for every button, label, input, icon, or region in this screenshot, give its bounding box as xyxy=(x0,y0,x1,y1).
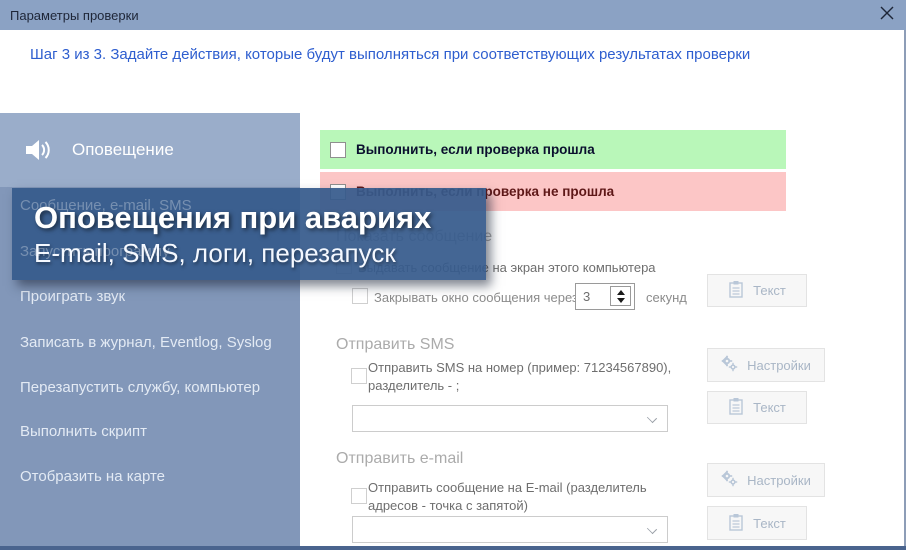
title-bar: Параметры проверки xyxy=(0,0,906,30)
condition-pass-label: Выполнить, если проверка прошла xyxy=(356,142,595,157)
condition-pass-bar: Выполнить, если проверка прошла xyxy=(320,130,786,169)
seconds-unit-label: секунд xyxy=(646,290,687,305)
sms-text-button[interactable]: Текст xyxy=(707,391,807,424)
spinner-arrows[interactable] xyxy=(610,286,631,306)
sidebar-item-run-script[interactable]: Выполнить скрипт xyxy=(20,423,290,445)
window-bottom-border xyxy=(0,546,906,550)
sms-section-title: Отправить SMS xyxy=(336,336,455,353)
close-window-checkbox-label: Закрывать окно сообщения через xyxy=(374,290,578,305)
email-settings-button[interactable]: Настройки xyxy=(707,463,825,497)
sidebar-item-write-log[interactable]: Записать в журнал, Eventlog, Syslog xyxy=(20,334,290,356)
wizard-step-text: Шаг 3 из 3. Задайте действия, которые бу… xyxy=(30,46,751,63)
spinner-down-icon[interactable] xyxy=(616,297,625,303)
email-settings-button-label: Настройки xyxy=(747,472,811,488)
close-icon xyxy=(879,5,895,26)
sidebar-item-notification[interactable]: Оповещение xyxy=(0,113,300,187)
email-text-button[interactable]: Текст xyxy=(707,506,807,540)
close-button[interactable] xyxy=(872,1,902,29)
speaker-icon xyxy=(24,136,54,164)
sms-settings-button-label: Настройки xyxy=(747,357,811,373)
sms-checkbox-label: Отправить SMS на номер (пример: 71234567… xyxy=(368,360,672,393)
gears-icon xyxy=(721,355,738,375)
close-window-checkbox[interactable] xyxy=(352,288,368,304)
sidebar-item-run-program[interactable]: Запустить программу xyxy=(20,243,290,265)
email-text-button-label: Текст xyxy=(753,515,786,531)
clipboard-icon xyxy=(728,513,744,534)
window-title: Параметры проверки xyxy=(10,7,139,23)
clipboard-icon xyxy=(728,397,744,418)
email-checkbox[interactable] xyxy=(351,488,367,504)
email-checkbox-label: Отправить сообщение на E-mail (разделите… xyxy=(368,480,647,513)
spinner-up-icon[interactable] xyxy=(616,289,625,295)
message-text-button-label: Текст xyxy=(753,283,786,298)
sidebar-item-message-email-sms[interactable]: Сообщение, e-mail, SMS xyxy=(20,197,290,219)
email-address-combobox[interactable] xyxy=(352,516,668,543)
sms-text-button-label: Текст xyxy=(753,400,786,415)
sms-checkbox[interactable] xyxy=(351,368,367,384)
condition-pass-checkbox[interactable] xyxy=(330,141,346,158)
sidebar-item-play-sound[interactable]: Проиграть звук xyxy=(20,288,290,310)
chevron-down-icon xyxy=(646,412,658,424)
sidebar-item-restart-service[interactable]: Перезапустить службу, компьютер xyxy=(20,379,290,401)
gears-icon xyxy=(721,470,738,490)
seconds-value: 3 xyxy=(583,289,591,304)
sidebar-item-show-on-map[interactable]: Отобразить на карте xyxy=(20,468,290,490)
chevron-down-icon xyxy=(646,523,658,535)
sidebar-item-label: Оповещение xyxy=(72,140,174,159)
clipboard-icon xyxy=(728,280,744,301)
check-parameters-dialog: Параметры проверки Шаг 3 из 3. Задайте д… xyxy=(0,0,906,550)
sms-number-combobox[interactable] xyxy=(352,405,668,432)
message-text-button[interactable]: Текст xyxy=(707,274,807,307)
email-section-title: Отправить e-mail xyxy=(336,450,464,467)
seconds-spinner[interactable]: 3 xyxy=(575,283,635,310)
sms-settings-button[interactable]: Настройки xyxy=(707,348,825,382)
